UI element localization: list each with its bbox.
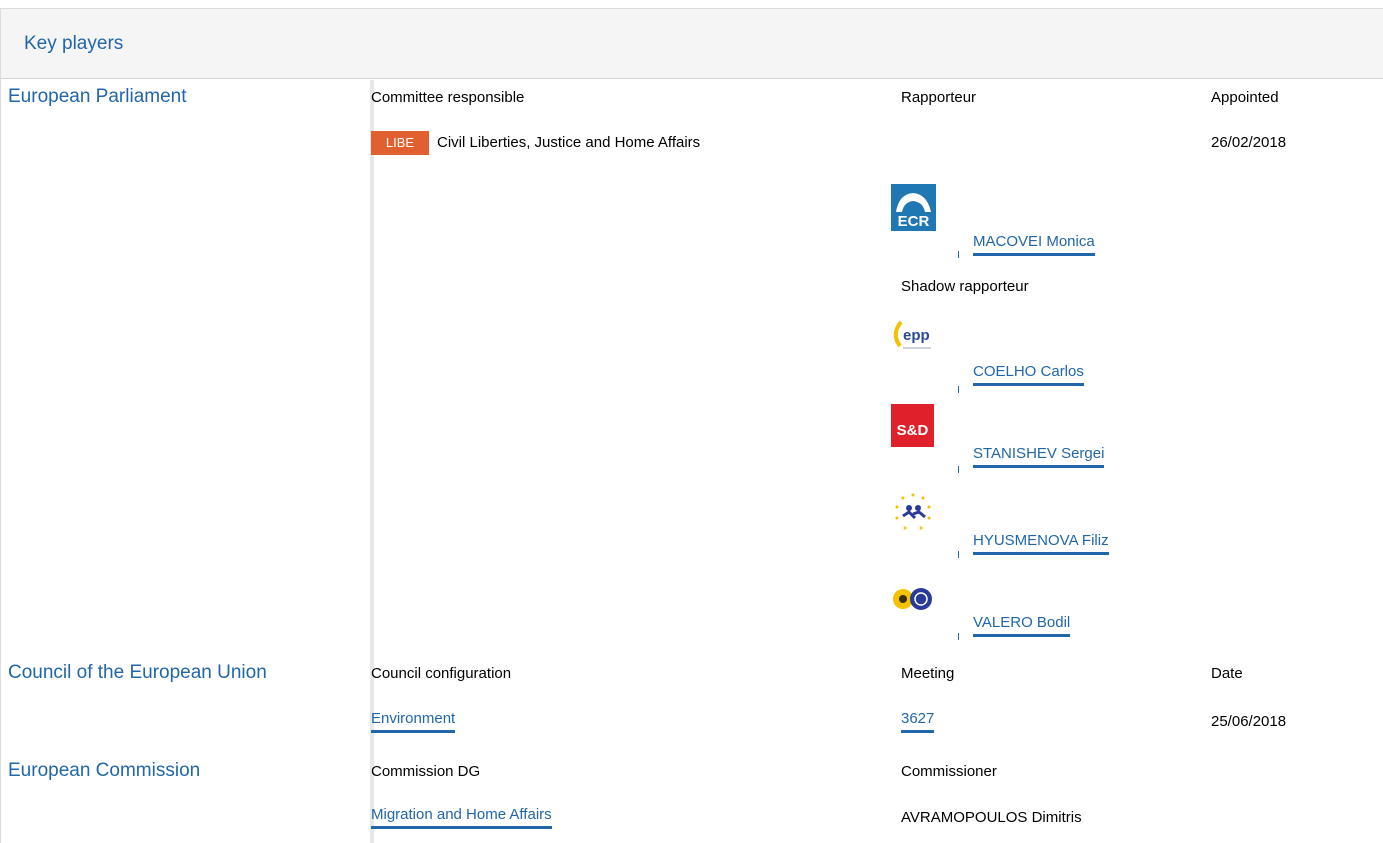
commissioner-header: Commissioner [901, 763, 997, 780]
commissioner-name: AVRAMOPOULOS Dimitris [901, 809, 1082, 826]
appointed-date: 26/02/2018 [1211, 134, 1287, 151]
svg-text:ECR: ECR [898, 213, 930, 230]
council-config-link[interactable]: Environment [371, 710, 456, 733]
meeting-date: 25/06/2018 [1211, 713, 1287, 730]
ep-title: European Parliament [8, 86, 187, 107]
rapporteur-header: Rapporteur [901, 89, 977, 106]
greens-logo-icon [891, 585, 933, 615]
council-config-header: Council configuration [371, 665, 512, 682]
commission-title: European Commission [8, 760, 201, 781]
section-title: Key players [24, 33, 124, 54]
rapporteur-link[interactable]: MACOVEI Monica [973, 233, 1095, 256]
committee-header: Committee responsible [371, 89, 525, 106]
link-tick [958, 251, 959, 258]
shadow-rapporteur-label: Shadow rapporteur [901, 278, 1029, 295]
sd-logo-icon: S&D [891, 404, 934, 447]
svg-text:epp: epp [903, 327, 930, 344]
alde-logo-icon [891, 490, 936, 535]
date-header: Date [1211, 665, 1243, 682]
appointed-header: Appointed [1211, 89, 1279, 106]
commission-dg-header: Commission DG [371, 763, 481, 780]
commission-dg-link[interactable]: Migration and Home Affairs [371, 806, 552, 829]
ecr-logo-icon: ECR [891, 184, 936, 231]
shadow-link-stanishev[interactable]: STANISHEV Sergei [973, 445, 1105, 468]
council-title: Council of the European Union [8, 662, 267, 683]
meeting-link[interactable]: 3627 [901, 710, 935, 733]
link-tick [958, 551, 959, 558]
link-tick [958, 633, 959, 640]
committee-badge[interactable]: LIBE [371, 131, 429, 155]
section-header: Key players [1, 9, 1383, 79]
shadow-link-coelho[interactable]: COELHO Carlos [973, 363, 1084, 386]
link-tick [958, 466, 959, 473]
committee-name: Civil Liberties, Justice and Home Affair… [437, 134, 701, 151]
shadow-link-hyusmenova[interactable]: HYUSMENOVA Filiz [973, 532, 1109, 555]
shadow-link-valero[interactable]: VALERO Bodil [973, 614, 1071, 637]
svg-text:S&D: S&D [897, 422, 929, 439]
epp-logo-icon: epp [891, 320, 936, 365]
link-tick [958, 386, 959, 393]
meeting-header: Meeting [901, 665, 955, 682]
